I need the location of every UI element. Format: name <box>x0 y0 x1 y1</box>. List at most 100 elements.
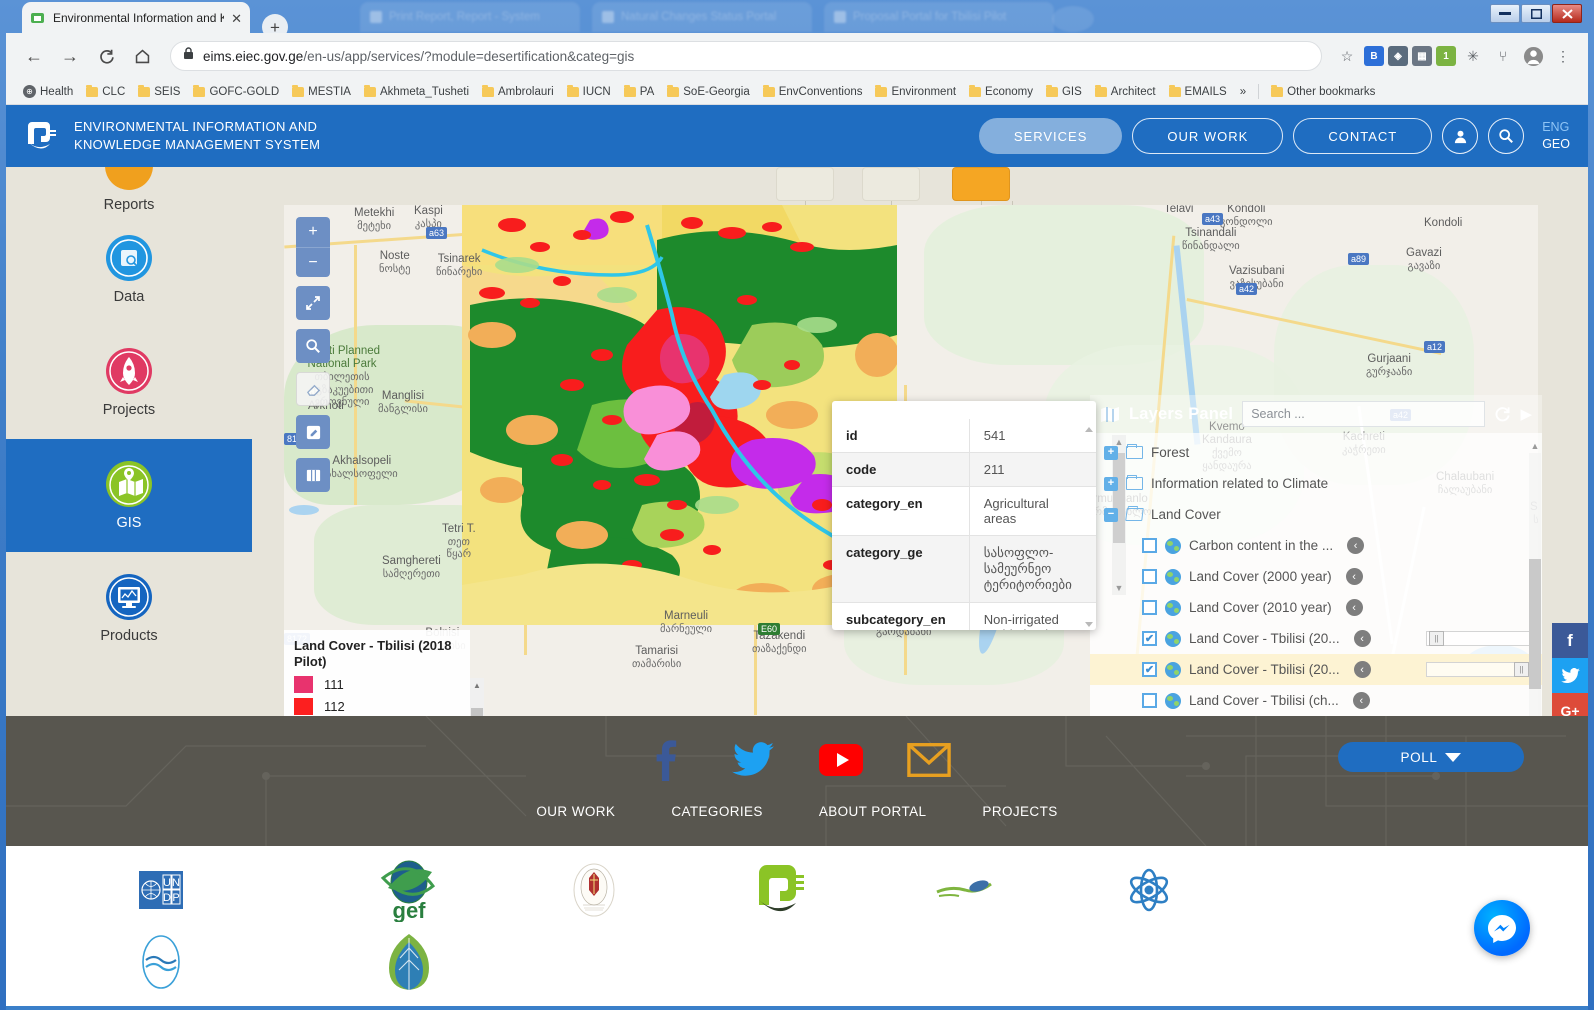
active-tab[interactable]: Environmental Information and K ✕ <box>22 2 250 34</box>
browser-menu-icon[interactable]: ⋮ <box>1550 43 1576 69</box>
opacity-slider[interactable]: || <box>1426 631 1532 646</box>
reload-icon[interactable] <box>90 40 122 72</box>
user-icon[interactable] <box>1442 118 1479 154</box>
nav-contact[interactable]: CONTACT <box>1293 118 1433 154</box>
messenger-bubble[interactable] <box>1474 900 1530 956</box>
back-icon[interactable]: ‹ <box>1353 630 1371 647</box>
legend-scrollbar[interactable]: ▲ ▼ <box>470 678 484 716</box>
poll-button[interactable]: POLL <box>1338 742 1524 772</box>
map-tool-active[interactable] <box>952 167 1010 201</box>
lang-geo[interactable]: GEO <box>1542 136 1570 153</box>
zoom-in-button[interactable]: + <box>296 217 330 247</box>
bookmark-ambrolauri[interactable]: Ambrolauri <box>477 84 559 100</box>
back-icon[interactable]: ‹ <box>1352 692 1370 709</box>
bookmark-iucn[interactable]: IUCN <box>562 84 616 100</box>
maximize-button[interactable] <box>1521 4 1551 23</box>
partner-nea-logo[interactable] <box>871 855 1056 925</box>
partner-atom-logo[interactable] <box>1056 855 1241 925</box>
scroll-up-icon[interactable]: ▲ <box>470 678 484 692</box>
layer-group-climate[interactable]: + Information related to Climate <box>1090 468 1542 499</box>
close-tab-icon[interactable]: ✕ <box>231 12 242 25</box>
bookmark-star-icon[interactable]: ☆ <box>1334 43 1360 69</box>
profile-avatar[interactable] <box>1520 43 1546 69</box>
sidebar-item-products[interactable]: Products <box>6 552 252 665</box>
sidebar-item-projects[interactable]: Projects <box>6 326 252 439</box>
bookmark-emails[interactable]: EMAILS <box>1164 84 1232 100</box>
bookmark-architect[interactable]: Architect <box>1090 84 1161 100</box>
footer-link-categories[interactable]: CATEGORIES <box>671 804 763 819</box>
extension-grid-icon[interactable]: ▦ <box>1412 46 1432 66</box>
bookmark-health[interactable]: ⊕ Health <box>18 83 78 100</box>
home-icon[interactable] <box>126 40 158 72</box>
layer-carbon-content[interactable]: Carbon content in the ... ‹ <box>1090 530 1542 561</box>
scroll-down-icon[interactable] <box>1085 622 1093 627</box>
scrollbar-thumb[interactable] <box>471 708 483 716</box>
layer-land-cover-2010[interactable]: Land Cover (2010 year) ‹ <box>1090 592 1542 623</box>
scroll-up-icon[interactable]: ▲ <box>1529 439 1541 453</box>
scrollbar-thumb[interactable] <box>1529 559 1541 689</box>
bookmark-akhmeta-tusheti[interactable]: Akhmeta_Tusheti <box>359 84 474 100</box>
bookmark-clc[interactable]: CLC <box>81 84 130 100</box>
layer-group-land-cover[interactable]: − Land Cover <box>1090 499 1542 530</box>
layer-checkbox[interactable] <box>1142 538 1157 553</box>
layer-checkbox[interactable]: ✔ <box>1142 662 1157 677</box>
extension-branch-icon[interactable]: ⑂ <box>1490 43 1516 69</box>
back-icon[interactable]: ← <box>18 40 50 72</box>
partner-water-logo[interactable] <box>6 927 316 997</box>
twitter-icon[interactable] <box>1552 658 1588 693</box>
nav-our-work[interactable]: OUR WORK <box>1132 118 1284 154</box>
address-bar[interactable]: eims.eiec.gov.ge/en-us/app/services/?mod… <box>170 41 1322 71</box>
bookmark-mestia[interactable]: MESTIA <box>287 84 356 100</box>
email-icon[interactable] <box>907 738 951 782</box>
basemap-icon[interactable] <box>296 458 330 492</box>
background-tab-3[interactable]: Proposal Portal for Tbilisi Pilot <box>824 2 1054 32</box>
footer-link-projects[interactable]: PROJECTS <box>982 804 1057 819</box>
layer-checkbox[interactable] <box>1142 600 1157 615</box>
layer-checkbox[interactable]: ✔ <box>1142 631 1157 646</box>
back-icon[interactable]: ‹ <box>1353 661 1371 678</box>
nav-services[interactable]: SERVICES <box>978 118 1123 154</box>
layer-checkbox[interactable] <box>1142 693 1157 708</box>
slider-knob[interactable]: || <box>1429 631 1444 646</box>
erase-icon[interactable] <box>296 372 330 406</box>
layer-land-cover-tbilisi-b[interactable]: ✔ Land Cover - Tbilisi (20... ‹ || <box>1090 654 1542 685</box>
edit-icon[interactable] <box>296 415 330 449</box>
refresh-icon[interactable] <box>1494 406 1511 423</box>
sidebar-item-reports[interactable]: Reports <box>6 167 252 213</box>
bookmark-gofc-gold[interactable]: GOFC-GOLD <box>188 84 284 100</box>
back-icon[interactable]: ‹ <box>1345 568 1363 585</box>
layer-group-forest[interactable]: + Forest <box>1090 437 1542 468</box>
back-icon[interactable]: ‹ <box>1347 537 1365 554</box>
scroll-up-icon[interactable] <box>1085 427 1093 432</box>
sidebar-item-data[interactable]: Data <box>6 213 252 326</box>
layer-land-cover-2000[interactable]: Land Cover (2000 year) ‹ <box>1090 561 1542 592</box>
layers-panel-scrollbar[interactable]: ▲ ▼ <box>1529 439 1541 716</box>
map-tool-1[interactable] <box>776 167 834 201</box>
extension-b-icon[interactable]: B <box>1364 46 1384 66</box>
bookmark-pa[interactable]: PA <box>619 84 660 100</box>
background-tab-1[interactable]: Print Report, Report - System <box>360 2 580 32</box>
background-tab-circle[interactable] <box>1052 6 1094 32</box>
extension-snow-icon[interactable]: ✳ <box>1460 43 1486 69</box>
bookmark-envconventions[interactable]: EnvConventions <box>758 84 868 100</box>
layers-search-input[interactable]: Search ... <box>1242 401 1486 427</box>
collapse-panel-icon[interactable]: ▶ <box>1520 405 1532 423</box>
partner-gef-logo[interactable]: gef <box>316 855 501 925</box>
bookmarks-overflow-button[interactable]: » <box>1235 84 1251 100</box>
map-tool-2[interactable] <box>862 167 920 201</box>
partner-government-georgia-logo[interactable] <box>501 855 686 925</box>
bookmark-environment[interactable]: Environment <box>870 84 961 100</box>
facebook-icon[interactable] <box>643 738 687 782</box>
slider-knob[interactable]: || <box>1514 662 1529 677</box>
google-plus-icon[interactable]: G+ <box>1552 693 1588 716</box>
other-bookmarks-button[interactable]: Other bookmarks <box>1266 84 1380 100</box>
zoom-out-button[interactable]: − <box>296 247 330 277</box>
language-switcher[interactable]: ENG GEO <box>1542 119 1570 153</box>
bookmark-soe-georgia[interactable]: SoE-Georgia <box>662 84 754 100</box>
partner-eiec-logo[interactable] <box>686 855 871 925</box>
bookmark-economy[interactable]: Economy <box>964 84 1038 100</box>
layer-checkbox[interactable] <box>1142 569 1157 584</box>
twitter-icon[interactable] <box>731 738 775 782</box>
bookmark-gis[interactable]: GIS <box>1041 84 1087 100</box>
extension-green-icon[interactable]: 1 <box>1436 46 1456 66</box>
